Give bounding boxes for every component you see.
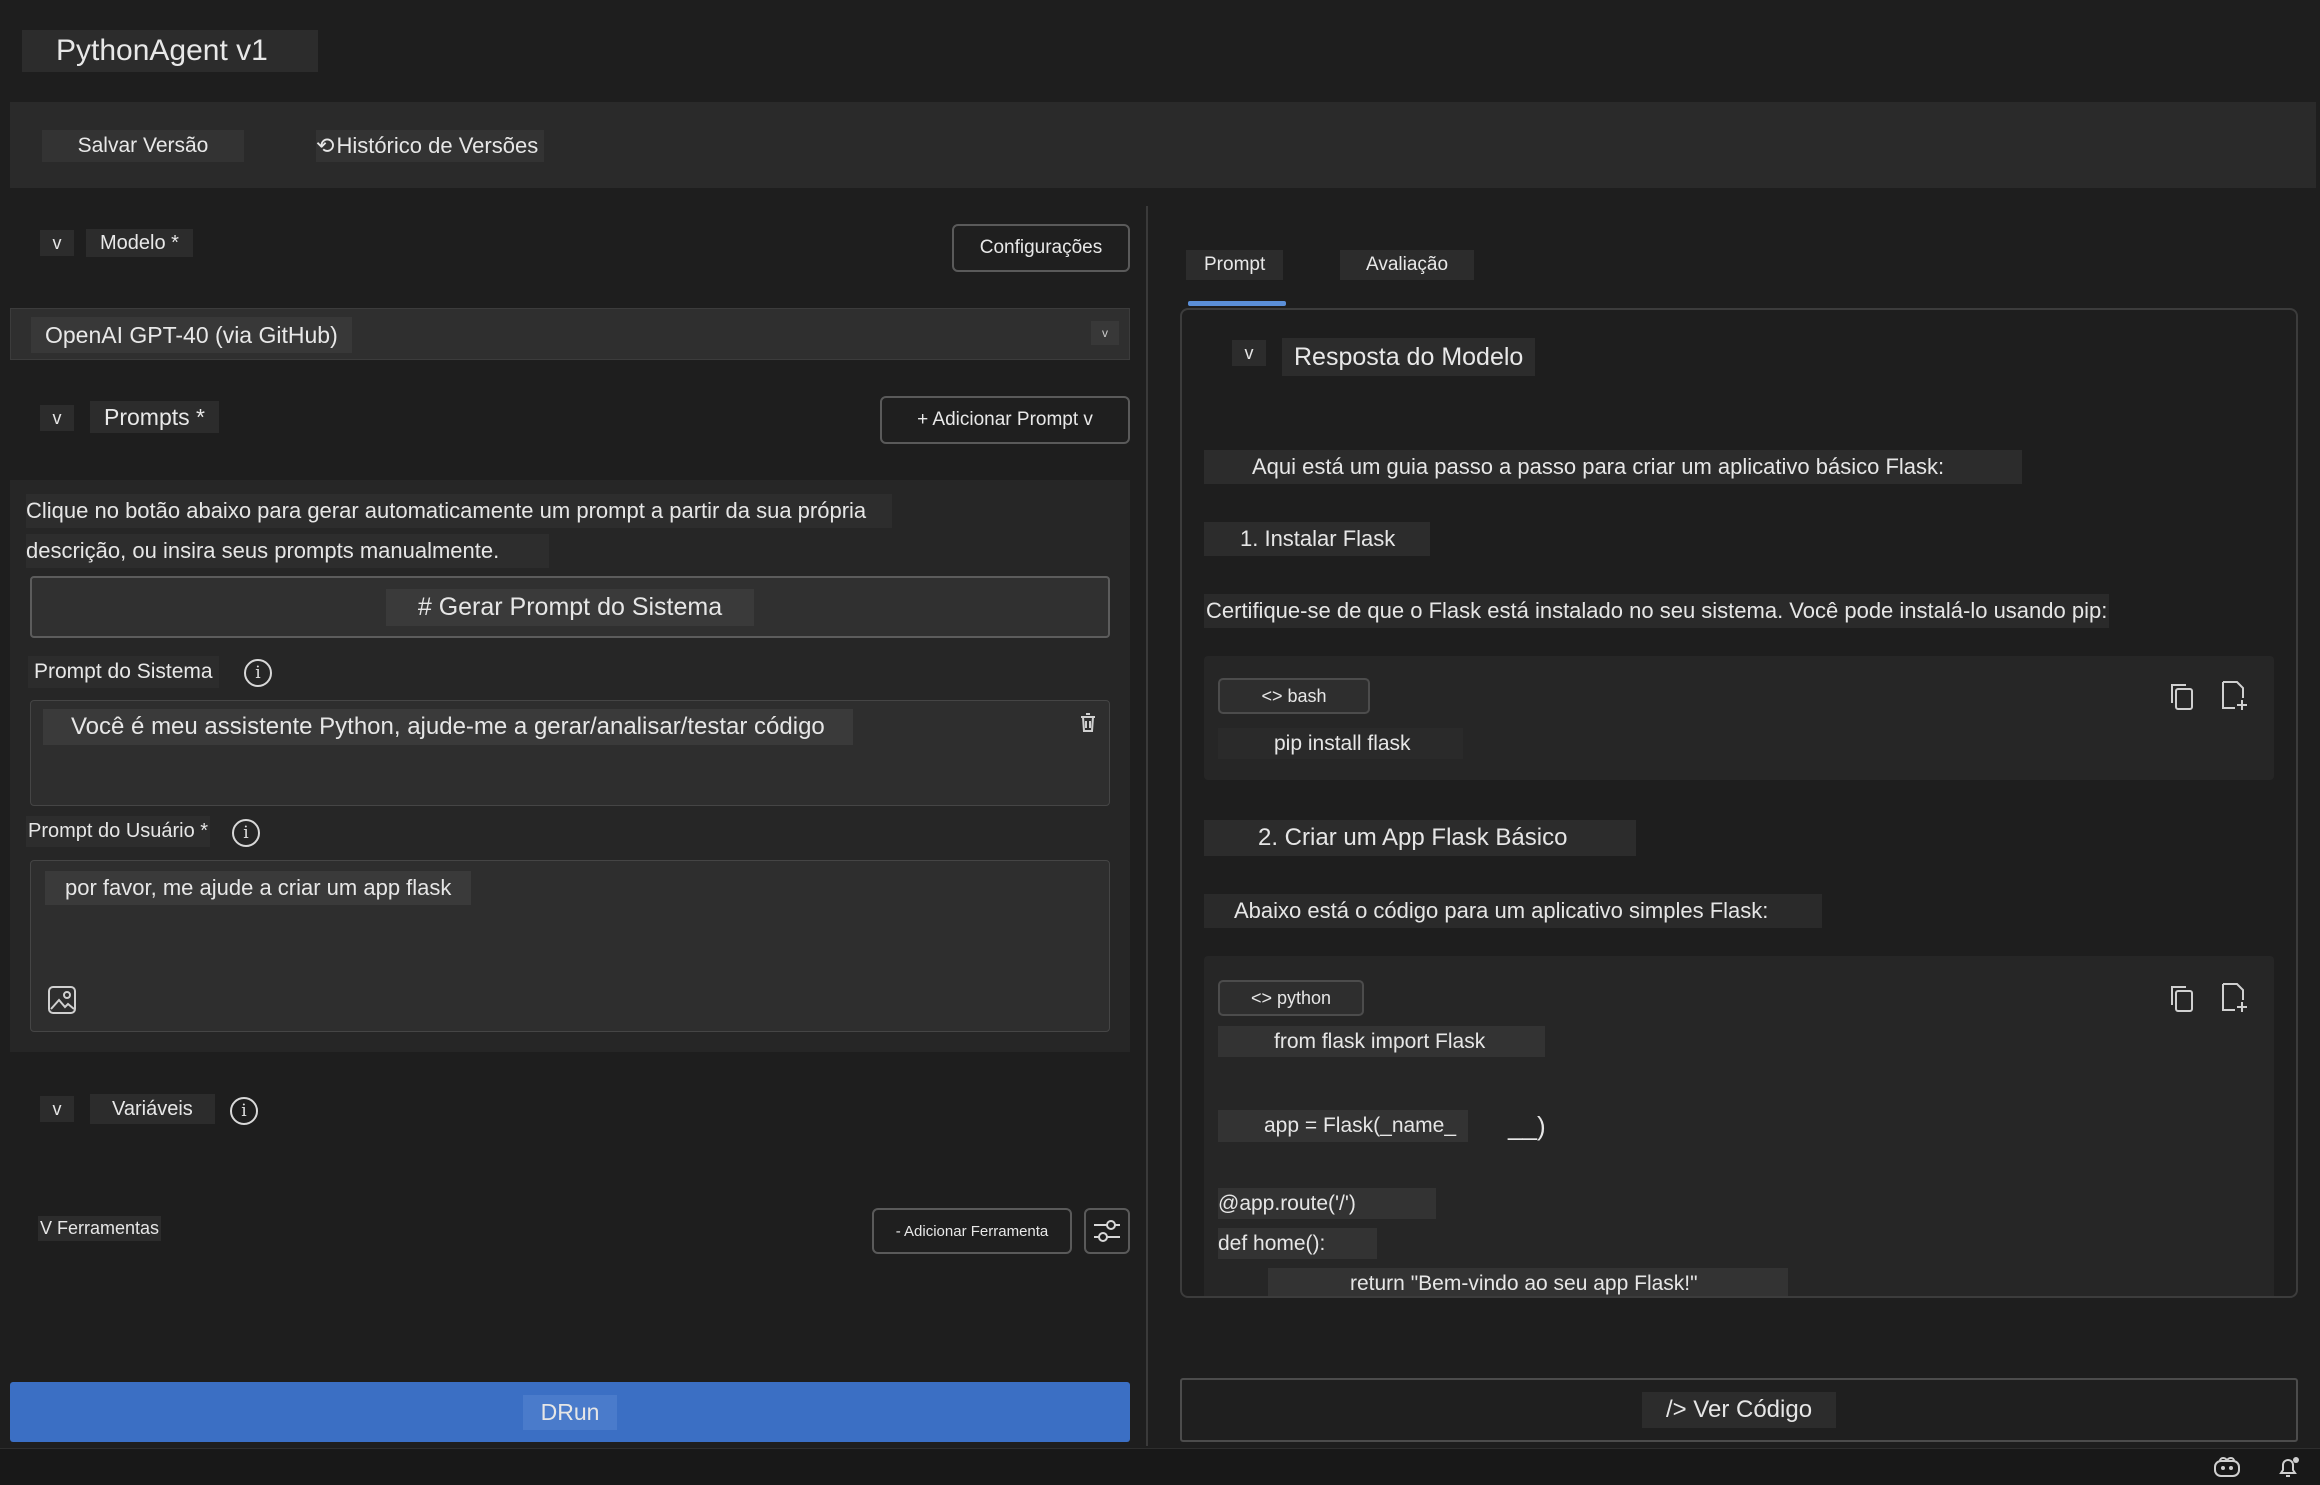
tab-prompt[interactable]: Prompt <box>1186 250 1284 280</box>
notification-bell-icon[interactable] <box>2276 1455 2302 1479</box>
run-label: DRun <box>522 1394 618 1430</box>
code-lang-badge: <> python <box>1218 980 1364 1016</box>
response-intro: Aqui está um guia passo a passo para cri… <box>1204 450 2022 484</box>
chevron-down-icon: v <box>1091 321 1119 345</box>
user-prompt-value: por favor, me ajude a criar um app flask <box>45 871 472 905</box>
model-select-value: OpenAI GPT-40 (via GitHub) <box>31 317 352 353</box>
code-line: from flask import Flask <box>1218 1026 1546 1057</box>
code-line: pip install flask <box>1218 728 1463 759</box>
response-title: Resposta do Modelo <box>1282 338 1536 376</box>
code-block-python: <> python from flask import Flask app = … <box>1204 956 2274 1296</box>
save-version-button[interactable]: Salvar Versão <box>42 130 244 162</box>
code-line: app = Flask(_name_ __) <box>1218 1110 1546 1142</box>
status-bar <box>0 1448 2320 1485</box>
code-line: def home(): <box>1218 1228 1378 1259</box>
model-response-panel[interactable]: v Resposta do Modelo Aqui está um guia p… <box>1180 308 2298 1298</box>
copy-icon[interactable] <box>2162 978 2202 1018</box>
code-line: @app.route('/') <box>1218 1188 1436 1219</box>
prompts-panel: Clique no botão abaixo para gerar automa… <box>10 480 1130 1052</box>
toolbar: Salvar Versão ⟲ Histórico de Versões <box>10 102 2316 188</box>
variables-label: Variáveis <box>90 1094 215 1124</box>
system-prompt-value: Você é meu assistente Python, ajude-me a… <box>43 709 853 745</box>
app-title: PythonAgent v1 <box>22 30 318 72</box>
prompts-collapse-toggle[interactable]: v <box>40 405 74 431</box>
step1-text: Certifique-se de que o Flask está instal… <box>1204 594 2110 628</box>
run-button[interactable]: DRun <box>10 1382 1130 1442</box>
info-icon[interactable]: i <box>232 819 260 847</box>
view-code-label: /> Ver Código <box>1641 1392 1837 1428</box>
step2-text: Abaixo está o código para um aplicativo … <box>1204 894 1822 928</box>
info-icon[interactable]: i <box>244 659 272 687</box>
generate-system-prompt-label: # Gerar Prompt do Sistema <box>385 588 755 626</box>
new-file-icon[interactable] <box>2214 978 2254 1018</box>
image-attach-icon[interactable] <box>47 985 77 1015</box>
prompts-helper-line1: Clique no botão abaixo para gerar automa… <box>26 494 893 528</box>
configurations-button[interactable]: Configurações <box>952 224 1130 272</box>
view-code-button[interactable]: /> Ver Código <box>1180 1378 2298 1442</box>
tab-evaluation[interactable]: Avaliação <box>1340 250 1475 280</box>
step2-heading: 2. Criar um App Flask Básico <box>1204 820 1636 856</box>
info-icon[interactable]: i <box>230 1097 258 1125</box>
tool-settings-icon[interactable] <box>1084 1208 1130 1254</box>
version-history-label: Histórico de Versões <box>336 133 539 158</box>
code-line: return "Bem-vindo ao seu app Flask!" <box>1268 1268 1788 1296</box>
user-prompt-field[interactable]: por favor, me ajude a criar um app flask <box>30 860 1110 1032</box>
step1-heading: 1. Instalar Flask <box>1204 522 1430 556</box>
new-file-icon[interactable] <box>2214 676 2254 716</box>
history-icon: ⟲ <box>316 133 335 158</box>
prompts-label: Prompts * <box>90 401 219 433</box>
system-prompt-field[interactable]: Você é meu assistente Python, ajude-me a… <box>30 700 1110 806</box>
model-select[interactable]: OpenAI GPT-40 (via GitHub) v <box>10 308 1130 360</box>
variables-collapse-toggle[interactable]: v <box>40 1096 74 1122</box>
copilot-icon[interactable] <box>2212 1455 2242 1479</box>
code-lang-badge: <> bash <box>1218 678 1370 714</box>
user-prompt-label: Prompt do Usuário * <box>26 816 211 847</box>
code-block-bash: <> bash pip install flask <box>1204 656 2274 780</box>
model-label: Modelo * <box>86 229 193 257</box>
model-collapse-toggle[interactable]: v <box>40 230 74 256</box>
panel-divider[interactable] <box>1146 206 1148 1446</box>
add-tool-button[interactable]: - Adicionar Ferramenta <box>872 1208 1072 1254</box>
add-prompt-button[interactable]: + Adicionar Prompt v <box>880 396 1130 444</box>
tab-prompt-active-indicator <box>1188 301 1286 306</box>
system-prompt-label: Prompt do Sistema <box>28 656 219 688</box>
prompts-helper-line2: descrição, ou insira seus prompts manual… <box>26 534 550 568</box>
tools-label[interactable]: V Ferramentas <box>38 1216 162 1241</box>
trash-icon[interactable] <box>1077 711 1099 735</box>
response-collapse-toggle[interactable]: v <box>1232 340 1266 366</box>
generate-system-prompt-button[interactable]: # Gerar Prompt do Sistema <box>30 576 1110 638</box>
version-history-button[interactable]: ⟲ Histórico de Versões <box>316 130 545 162</box>
copy-icon[interactable] <box>2162 676 2202 716</box>
